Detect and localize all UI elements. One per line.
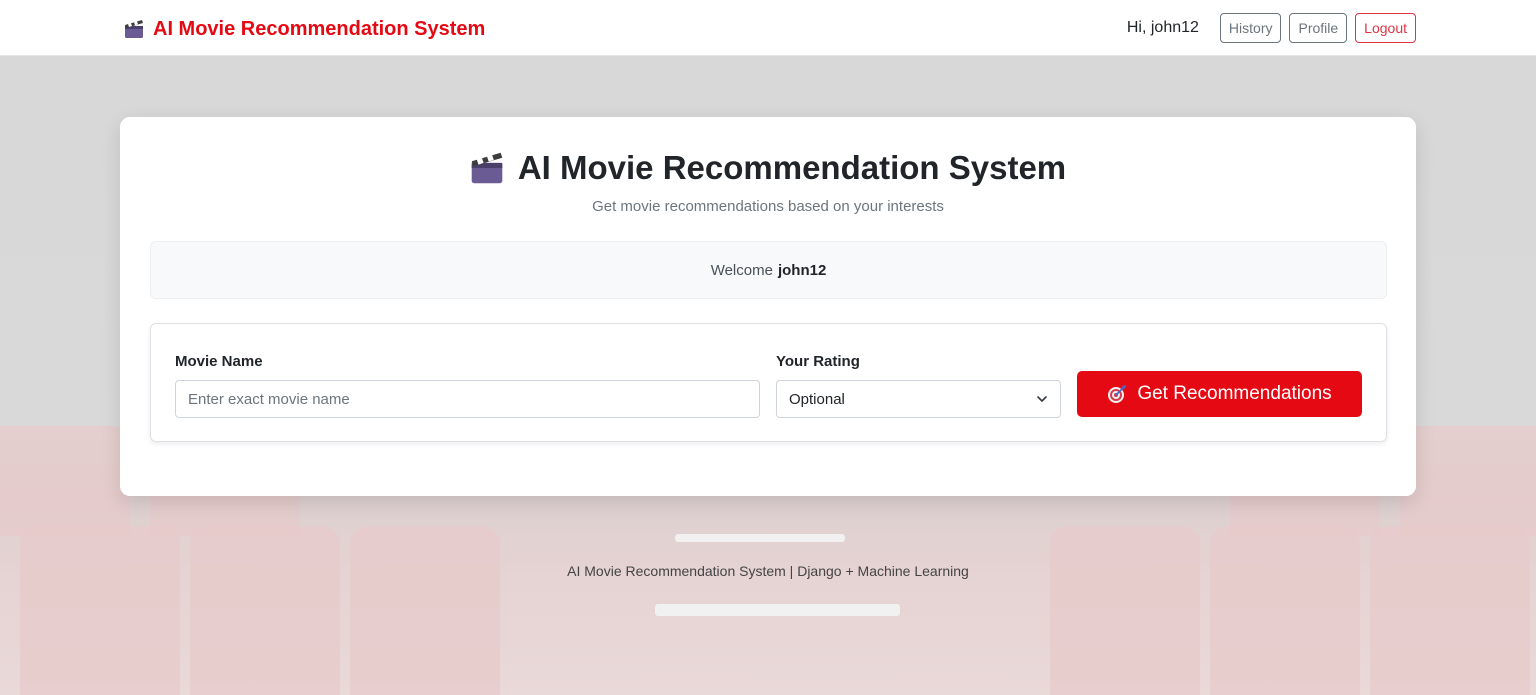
recommendation-card: AI Movie Recommendation System Get movie…	[120, 117, 1416, 496]
nav-actions: Hi, john12 History Profile Logout	[1127, 13, 1416, 43]
clapperboard-icon	[471, 152, 503, 184]
chevron-down-icon	[1037, 396, 1047, 402]
rating-label: Your Rating	[776, 353, 860, 370]
dart-target-icon	[1108, 385, 1127, 403]
profile-button[interactable]: Profile	[1289, 13, 1348, 43]
logout-button[interactable]: Logout	[1355, 13, 1416, 43]
get-recommendations-button[interactable]: Get Recommendations	[1077, 371, 1362, 417]
card-header: AI Movie Recommendation System	[120, 149, 1416, 187]
brand-link[interactable]: AI Movie Recommendation System	[124, 16, 485, 42]
movie-name-label: Movie Name	[175, 353, 263, 370]
brand-title: AI Movie Recommendation System	[153, 17, 486, 40]
page-subtitle: Get movie recommendations based on your …	[592, 198, 944, 215]
recommendation-form: Movie Name Your Rating Optional Get Reco…	[150, 323, 1387, 442]
top-navbar: AI Movie Recommendation System Hi, john1…	[0, 0, 1536, 56]
movie-name-input[interactable]	[175, 380, 760, 418]
welcome-banner: Welcome john12	[150, 241, 1387, 299]
welcome-username: john12	[777, 261, 827, 279]
page-footer: AI Movie Recommendation System | Django …	[567, 563, 969, 579]
history-button[interactable]: History	[1219, 13, 1282, 43]
clapperboard-icon	[125, 20, 143, 38]
rating-select[interactable]: Optional	[776, 380, 1061, 418]
rating-selected-value: Optional	[789, 390, 845, 408]
user-greeting: Hi, john12	[1126, 19, 1199, 36]
get-recommendations-label: Get Recommendations	[1137, 383, 1332, 404]
page-title: AI Movie Recommendation System	[517, 149, 1067, 186]
welcome-text: Welcome	[710, 261, 773, 279]
